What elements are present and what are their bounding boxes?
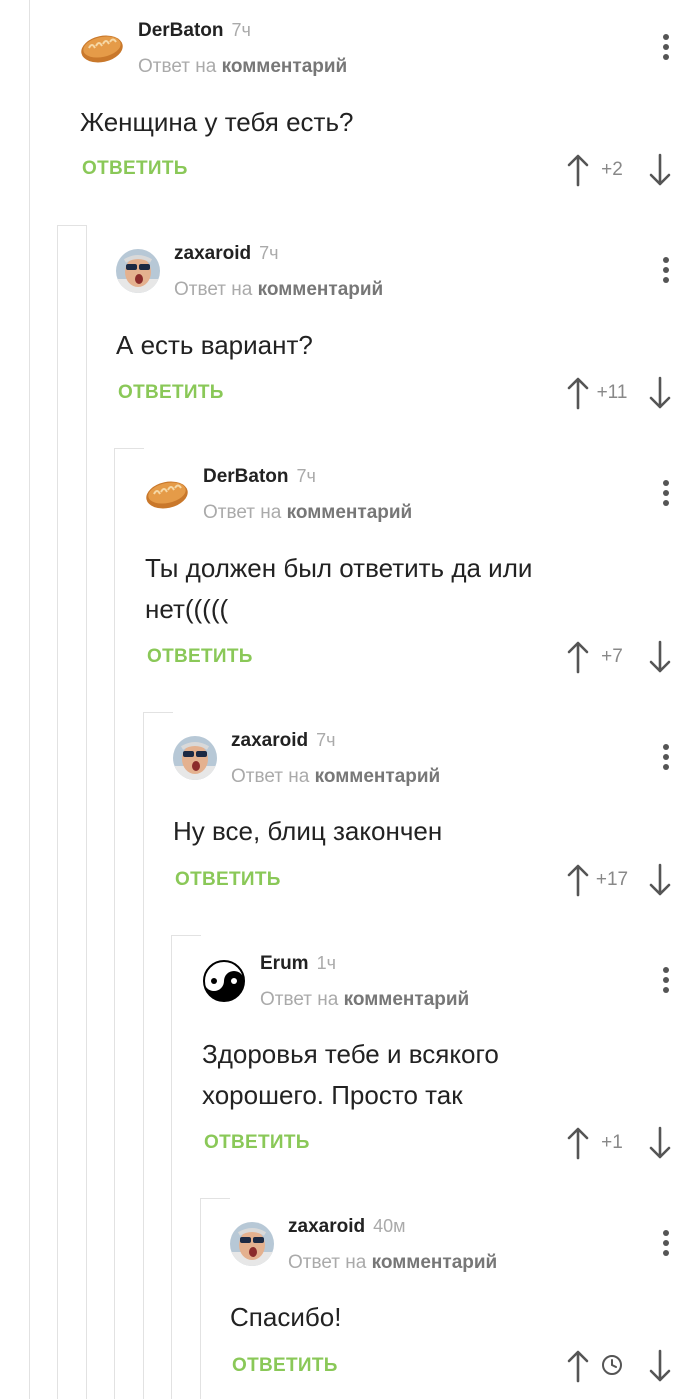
reply-button[interactable]: ОТВЕТИТЬ [175, 869, 281, 891]
upvote-icon[interactable] [566, 153, 590, 187]
reply-prefix: Ответ на [174, 279, 253, 300]
comment-time: 7ч [231, 20, 251, 40]
rating-value: +2 [601, 159, 623, 180]
thread-line [200, 1198, 201, 1399]
comment-text: Здоровья тебе и всякого хорошего. Просто… [202, 1039, 499, 1110]
comment-time: 1ч [316, 953, 336, 973]
thread-line [171, 935, 172, 1399]
upvote-icon[interactable] [566, 376, 590, 410]
comment-time: 7ч [259, 243, 279, 263]
parent-comment-link[interactable]: комментарий [222, 56, 348, 77]
comment-text: Женщина у тебя есть? [80, 107, 354, 137]
comment-time: 40м [373, 1216, 406, 1236]
upvote-icon[interactable] [566, 640, 590, 674]
thread-connector [114, 448, 144, 449]
comment-time: 7ч [296, 466, 316, 486]
downvote-icon[interactable] [648, 1349, 672, 1383]
reply-button[interactable]: ОТВЕТИТЬ [118, 382, 224, 404]
rating-value: +11 [596, 382, 628, 403]
man-sunglasses-avatar[interactable] [173, 736, 217, 780]
thread-connector [143, 712, 173, 713]
clock-icon [602, 1355, 622, 1375]
parent-comment-link[interactable]: комментарий [258, 279, 384, 300]
yin-yang-avatar[interactable] [202, 959, 246, 1003]
thread-line [29, 0, 30, 1399]
comment: Erum 1ч Ответ на комментарий Здоровья теб… [202, 935, 700, 1198]
downvote-icon[interactable] [648, 1126, 672, 1160]
author-name[interactable]: DerBaton [138, 20, 224, 41]
upvote-icon[interactable] [566, 1126, 590, 1160]
rating-value: +7 [601, 646, 623, 667]
comment: DerBaton 7ч Ответ на комментарий Женщина … [80, 0, 700, 225]
bread-avatar[interactable] [80, 26, 124, 70]
downvote-icon[interactable] [648, 153, 672, 187]
reply-prefix: Ответ на [138, 56, 217, 77]
comment: zaxaroid 40м Ответ на комментарий Спасибо… [230, 1198, 700, 1399]
thread-line [143, 712, 144, 1399]
parent-comment-link[interactable]: комментарий [372, 1252, 498, 1273]
parent-comment-link[interactable]: комментарий [315, 766, 441, 787]
thread-connector [171, 935, 201, 936]
more-options-icon[interactable] [662, 1230, 670, 1260]
more-options-icon[interactable] [662, 257, 670, 287]
thread-line [86, 225, 87, 1399]
more-options-icon[interactable] [662, 967, 670, 997]
reply-button[interactable]: ОТВЕТИТЬ [232, 1355, 338, 1377]
reply-button[interactable]: ОТВЕТИТЬ [147, 646, 253, 668]
comment-text: Ты должен был ответить да или нет((((( [145, 553, 533, 624]
reply-button[interactable]: ОТВЕТИТЬ [82, 158, 188, 180]
author-name[interactable]: DerBaton [203, 466, 289, 487]
downvote-icon[interactable] [648, 376, 672, 410]
bread-avatar[interactable] [145, 472, 189, 516]
more-options-icon[interactable] [662, 744, 670, 774]
man-sunglasses-avatar[interactable] [116, 249, 160, 293]
author-name[interactable]: zaxaroid [231, 730, 308, 751]
more-options-icon[interactable] [662, 34, 670, 64]
reply-prefix: Ответ на [260, 989, 339, 1010]
thread-line [114, 448, 115, 1399]
parent-comment-link[interactable]: комментарий [287, 502, 413, 523]
rating-value: +17 [595, 869, 629, 890]
comment-text: Ну все, блиц закончен [173, 816, 443, 846]
comment-time: 7ч [316, 730, 336, 750]
author-name[interactable]: Erum [260, 953, 309, 974]
downvote-icon[interactable] [648, 640, 672, 674]
comment: zaxaroid 7ч Ответ на комментарий Ну все, … [173, 712, 700, 935]
comment-text: А есть вариант? [116, 330, 313, 360]
thread-connector [57, 225, 87, 226]
author-name[interactable]: zaxaroid [174, 243, 251, 264]
author-name[interactable]: zaxaroid [288, 1216, 365, 1237]
thread-line [57, 225, 58, 1399]
reply-prefix: Ответ на [231, 766, 310, 787]
reply-prefix: Ответ на [203, 502, 282, 523]
downvote-icon[interactable] [648, 863, 672, 897]
reply-prefix: Ответ на [288, 1252, 367, 1273]
comment: DerBaton 7ч Ответ на комментарий Ты долже… [145, 448, 700, 712]
parent-comment-link[interactable]: комментарий [344, 989, 470, 1010]
comment: zaxaroid 7ч Ответ на комментарий А есть в… [116, 225, 700, 448]
rating-value: +1 [601, 1132, 623, 1153]
upvote-icon[interactable] [566, 1349, 590, 1383]
more-options-icon[interactable] [662, 480, 670, 510]
man-sunglasses-avatar[interactable] [230, 1222, 274, 1266]
upvote-icon[interactable] [566, 863, 590, 897]
thread-connector [200, 1198, 230, 1199]
comment-text: Спасибо! [230, 1302, 342, 1332]
reply-button[interactable]: ОТВЕТИТЬ [204, 1132, 310, 1154]
